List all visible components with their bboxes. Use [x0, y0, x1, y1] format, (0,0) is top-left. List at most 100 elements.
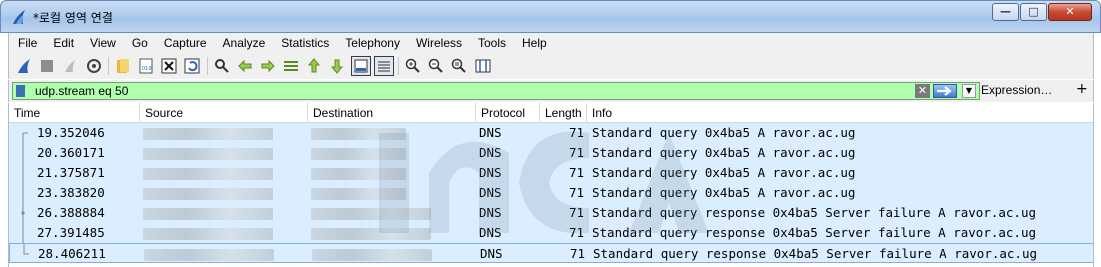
packet-info: Standard query response 0x4ba5 Server fa… — [593, 246, 1038, 261]
packet-info: Standard query 0x4ba5 A ravor.ac.ug — [592, 145, 856, 160]
colorize-icon[interactable] — [373, 56, 394, 76]
close-file-icon[interactable] — [159, 56, 179, 76]
display-filter-bar: udp.stream eq 50 ✕ ▼ Expression… + — [8, 80, 1094, 102]
zoom-in-icon[interactable] — [403, 56, 423, 76]
window-title: *로컬 영역 연결 — [33, 11, 113, 25]
display-filter-input[interactable]: udp.stream eq 50 ✕ ▼ — [12, 82, 980, 100]
packet-info: Standard query 0x4ba5 A ravor.ac.ug — [592, 185, 856, 200]
packet-protocol: DNS — [479, 205, 502, 220]
menu-telephony[interactable]: Telephony — [345, 36, 400, 50]
packet-list: Time Source Destination Protocol Length … — [8, 103, 1094, 267]
redacted-source-address — [143, 168, 273, 180]
menu-analyze[interactable]: Analyze — [223, 36, 266, 50]
toolbar-separator — [206, 57, 208, 75]
packet-length: 71 — [568, 165, 584, 180]
menu-capture[interactable]: Capture — [164, 36, 207, 50]
go-to-packet-icon[interactable] — [281, 56, 301, 76]
filter-history-dropdown[interactable]: ▼ — [962, 84, 976, 98]
add-filter-button[interactable]: + — [1076, 81, 1088, 97]
column-header-info[interactable]: Info — [587, 103, 1093, 123]
packet-time: 21.375871 — [37, 165, 105, 180]
close-button[interactable]: ✕ — [1048, 3, 1092, 21]
packet-protocol: DNS — [479, 185, 502, 200]
redacted-source-address — [143, 148, 273, 160]
packet-info: Standard query 0x4ba5 A ravor.ac.ug — [592, 125, 856, 140]
redacted-destination-address — [311, 168, 406, 180]
go-forward-icon[interactable] — [258, 56, 278, 76]
expression-button[interactable]: Expression… — [981, 83, 1052, 97]
open-file-icon[interactable] — [113, 56, 133, 76]
packet-length: 71 — [568, 125, 584, 140]
packet-length: 71 — [568, 205, 584, 220]
column-header-destination[interactable]: Destination — [308, 103, 476, 123]
column-header-source[interactable]: Source — [140, 103, 308, 123]
column-header-protocol[interactable]: Protocol — [476, 103, 540, 123]
redacted-destination-address — [311, 188, 406, 200]
go-last-icon[interactable] — [327, 56, 347, 76]
menu-go[interactable]: Go — [132, 36, 148, 50]
packet-row[interactable]: 21.375871 DNS 71 Standard query 0x4ba5 A ra… — [9, 163, 1093, 183]
conversation-tree-icon — [22, 163, 24, 183]
conversation-tree-icon — [21, 203, 25, 223]
menu-view[interactable]: View — [90, 36, 116, 50]
capture-options-icon[interactable] — [84, 56, 104, 76]
main-toolbar: 010 — [8, 53, 1094, 79]
packet-row[interactable]: 20.360171 DNS 71 Standard query 0x4ba5 A ra… — [9, 143, 1093, 163]
packet-protocol: DNS — [479, 225, 502, 240]
packet-row[interactable]: 27.391485 DNS 71 Standard query response 0x… — [9, 223, 1093, 243]
packet-row[interactable]: 23.383820 DNS 71 Standard query 0x4ba5 A ra… — [9, 183, 1093, 203]
packet-info: Standard query response 0x4ba5 Server fa… — [592, 225, 1037, 240]
filter-text[interactable]: udp.stream eq 50 — [35, 84, 128, 98]
restart-capture-icon[interactable] — [60, 56, 80, 76]
menu-tools[interactable]: Tools — [478, 36, 506, 50]
find-packet-icon[interactable] — [212, 56, 232, 76]
clear-filter-icon[interactable]: ✕ — [915, 84, 930, 98]
reload-file-icon[interactable] — [182, 56, 202, 76]
packet-row[interactable]: 19.352046 DNS 71 Standard query 0x4ba5 A ra… — [9, 123, 1093, 143]
packet-protocol: DNS — [479, 125, 502, 140]
toolbar-separator — [107, 57, 109, 75]
auto-scroll-icon[interactable] — [350, 56, 371, 76]
redacted-destination-address — [311, 208, 431, 220]
conversation-tree-icon — [22, 143, 24, 163]
redacted-source-address — [143, 228, 273, 240]
conversation-tree-icon — [22, 132, 28, 143]
packet-row[interactable]: 28.406211 DNS 71 Standard query response 0x… — [9, 243, 1093, 263]
conversation-tree-icon — [22, 183, 24, 203]
packet-row[interactable]: 26.388884 DNS 71 Standard query response 0x… — [9, 203, 1093, 223]
packet-time: 23.383820 — [37, 185, 105, 200]
packet-length: 71 — [568, 145, 584, 160]
go-first-icon[interactable] — [304, 56, 324, 76]
stop-capture-icon[interactable] — [37, 56, 57, 76]
column-header-length[interactable]: Length — [540, 103, 587, 123]
packet-time: 19.352046 — [37, 125, 105, 140]
bookmark-icon[interactable] — [16, 85, 25, 97]
resize-columns-icon[interactable] — [473, 56, 493, 76]
maximize-button[interactable]: □ — [1020, 3, 1047, 21]
packet-time: 27.391485 — [37, 225, 105, 240]
zoom-out-icon[interactable] — [426, 56, 446, 76]
menu-edit[interactable]: Edit — [53, 36, 74, 50]
zoom-normal-icon[interactable] — [449, 56, 469, 76]
packet-time: 26.388884 — [37, 205, 105, 220]
menu-bar: File Edit View Go Capture Analyze Statis… — [8, 33, 1094, 53]
packet-time: 20.360171 — [37, 145, 105, 160]
minimize-button[interactable]: — — [992, 3, 1019, 21]
column-header-time[interactable]: Time — [9, 103, 140, 123]
packet-time: 28.406211 — [38, 246, 106, 261]
redacted-source-address — [143, 188, 273, 200]
save-file-icon[interactable]: 010 — [136, 56, 156, 76]
apply-filter-button[interactable] — [933, 84, 957, 98]
go-back-icon[interactable] — [235, 56, 255, 76]
menu-file[interactable]: File — [18, 36, 37, 50]
menu-wireless[interactable]: Wireless — [416, 36, 462, 50]
redacted-destination-address — [311, 148, 406, 160]
toolbar-separator — [398, 57, 399, 75]
menu-statistics[interactable]: Statistics — [281, 36, 329, 50]
menu-help[interactable]: Help — [522, 36, 547, 50]
title-bar: *로컬 영역 연결 — □ ✕ — [0, 0, 1101, 33]
redacted-destination-address — [311, 228, 431, 240]
shark-fin-start-icon[interactable] — [14, 56, 34, 76]
packet-info: Standard query 0x4ba5 A ravor.ac.ug — [592, 165, 856, 180]
svg-text:010: 010 — [142, 66, 152, 72]
